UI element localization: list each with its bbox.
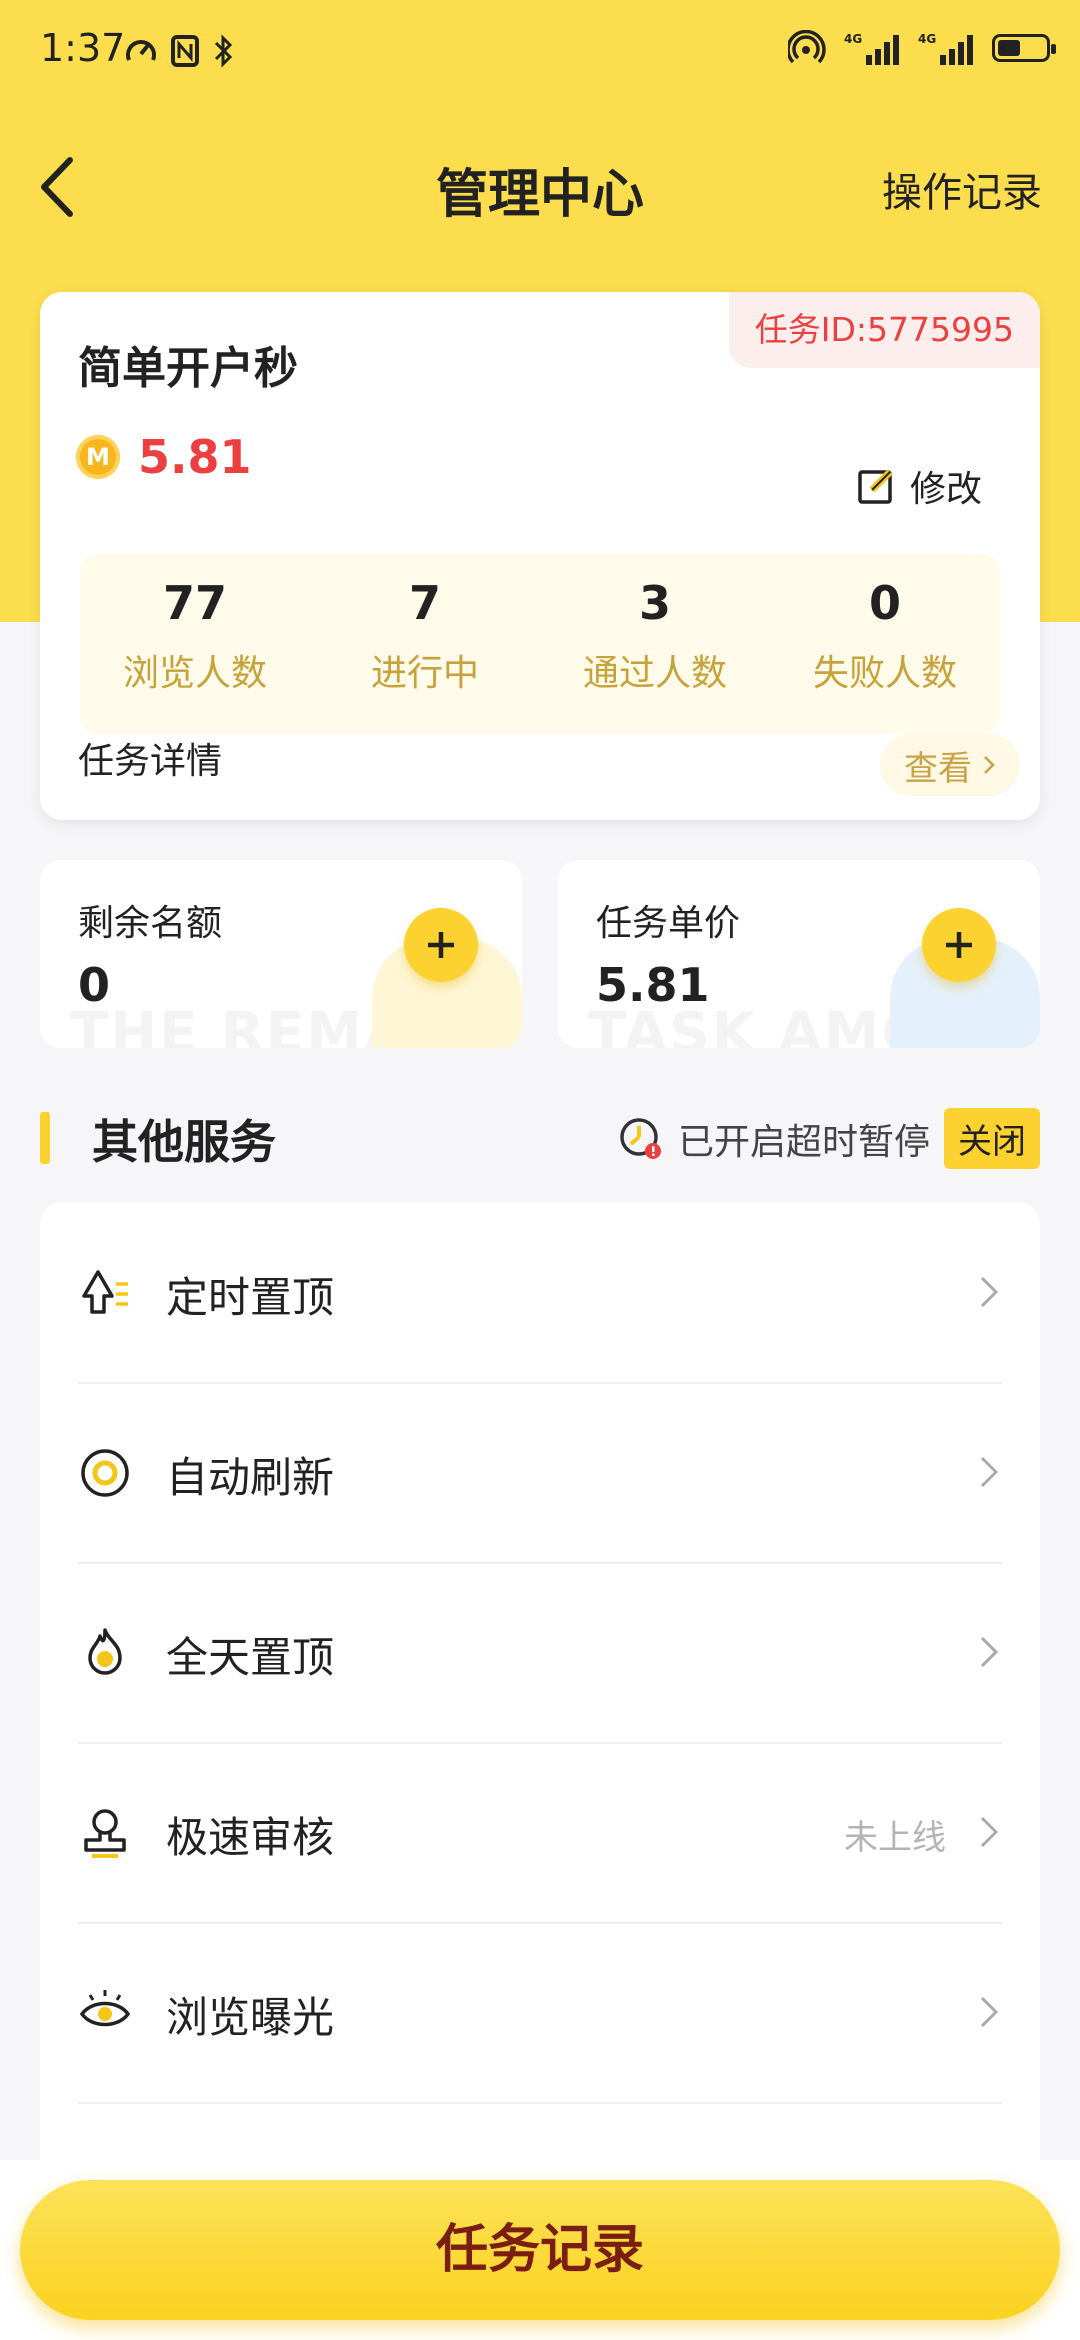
service-row-fast-review[interactable]: 极速审核 未上线 [78,1742,1002,1924]
stamp-icon [84,1809,126,1858]
stat-passed: 3 通过人数 [582,576,727,694]
status-left-icons [124,34,234,68]
service-row-auto-refresh[interactable]: 自动刷新 [78,1382,1002,1564]
edit-icon [858,469,893,504]
coin-icon: M [76,435,120,479]
timed-top-icon [82,1270,128,1314]
chevron-right-icon [984,756,995,774]
task-id-badge: 任务ID:5775995 [728,292,1040,368]
nfc-icon [171,35,199,67]
unit-price-card: TASK AMOU 任务单价 5.81 [558,860,1040,1048]
task-records-button[interactable]: 任务记录 [20,2180,1060,2320]
bluetooth-icon [214,34,233,68]
other-services-header: 其他服务 已开启超时暂停 关闭 [40,1104,1040,1169]
service-row-view-exposure[interactable]: 浏览曝光 [78,1922,1002,2104]
task-detail-label: 任务详情 [78,741,223,782]
unit-price-label: 任务单价 [596,903,741,944]
service-status: 未上线 [844,1818,946,1858]
other-services-title: 其他服务 [92,1115,276,1169]
service-row-timed-top[interactable]: 定时置顶 [78,1202,1002,1384]
service-label: 浏览曝光 [166,1993,335,2042]
timeout-pause-status: 已开启超时暂停 关闭 [618,1108,1040,1169]
stat-in-progress: 7 进行中 [370,576,479,694]
chevron-right-icon [980,1276,999,1308]
task-stats: 77 浏览人数 7 进行中 3 通过人数 0 失败人数 [80,554,1000,734]
section-accent-bar [40,1112,50,1164]
stat-failed: 0 失败人数 [812,576,957,694]
edit-button[interactable]: 修改 [856,460,982,512]
plus-icon [946,932,972,958]
status-bar: 1:37 4G 4G [0,0,1080,100]
unit-price-value: 5.81 [596,958,710,1012]
timeout-clock-icon [620,1117,661,1159]
plus-icon [428,932,454,958]
add-unit-price-button[interactable] [922,908,996,982]
operation-log-button[interactable]: 操作记录 [882,160,1042,218]
signal-4g-icon-2: 4G [918,32,973,65]
chevron-right-icon [980,1996,999,2028]
chevron-right-icon [980,1636,999,1668]
speedometer-icon [126,40,156,61]
battery-icon [992,34,1056,62]
svg-text:4G: 4G [918,32,936,46]
chevron-right-icon [980,1456,999,1488]
eye-icon [79,1990,131,2027]
close-timeout-pause-button[interactable]: 关闭 [944,1108,1040,1169]
chevron-right-icon [980,1816,999,1848]
signal-4g-icon: 4G [844,32,899,65]
auto-refresh-icon [81,1449,129,1497]
view-detail-button[interactable]: 查看 [880,734,1020,796]
svg-text:4G: 4G [844,32,862,46]
remaining-quota-card: THE REMAI 剩余名额 0 [40,860,522,1048]
task-price-row: M 5.81 [76,430,252,484]
flame-icon [88,1628,122,1675]
quota-label: 剩余名额 [78,903,223,944]
quota-value: 0 [78,958,111,1012]
edit-label: 修改 [909,469,982,510]
hotspot-icon [788,30,826,64]
timeout-pause-text: 已开启超时暂停 [677,1121,930,1163]
service-label: 定时置顶 [166,1273,335,1322]
stat-views: 77 浏览人数 [122,576,267,694]
status-time: 1:37 [40,26,126,70]
service-label: 自动刷新 [166,1453,335,1502]
status-right-icons: 4G 4G [788,30,1056,66]
service-row-all-day-top[interactable]: 全天置顶 [78,1562,1002,1744]
nav-header: 管理中心 操作记录 [0,130,1080,240]
task-name: 简单开户秒 [78,343,298,394]
services-list: 定时置顶 自动刷新 全天置顶 极速审核 未上线 浏览曝光 [40,1202,1040,2182]
add-quota-button[interactable] [404,908,478,982]
service-label: 极速审核 [166,1813,335,1862]
service-label: 全天置顶 [166,1633,335,1682]
task-card: 任务ID:5775995 简单开户秒 M 5.81 修改 77 浏览人数 7 进… [40,292,1040,820]
task-price: 5.81 [138,430,252,484]
